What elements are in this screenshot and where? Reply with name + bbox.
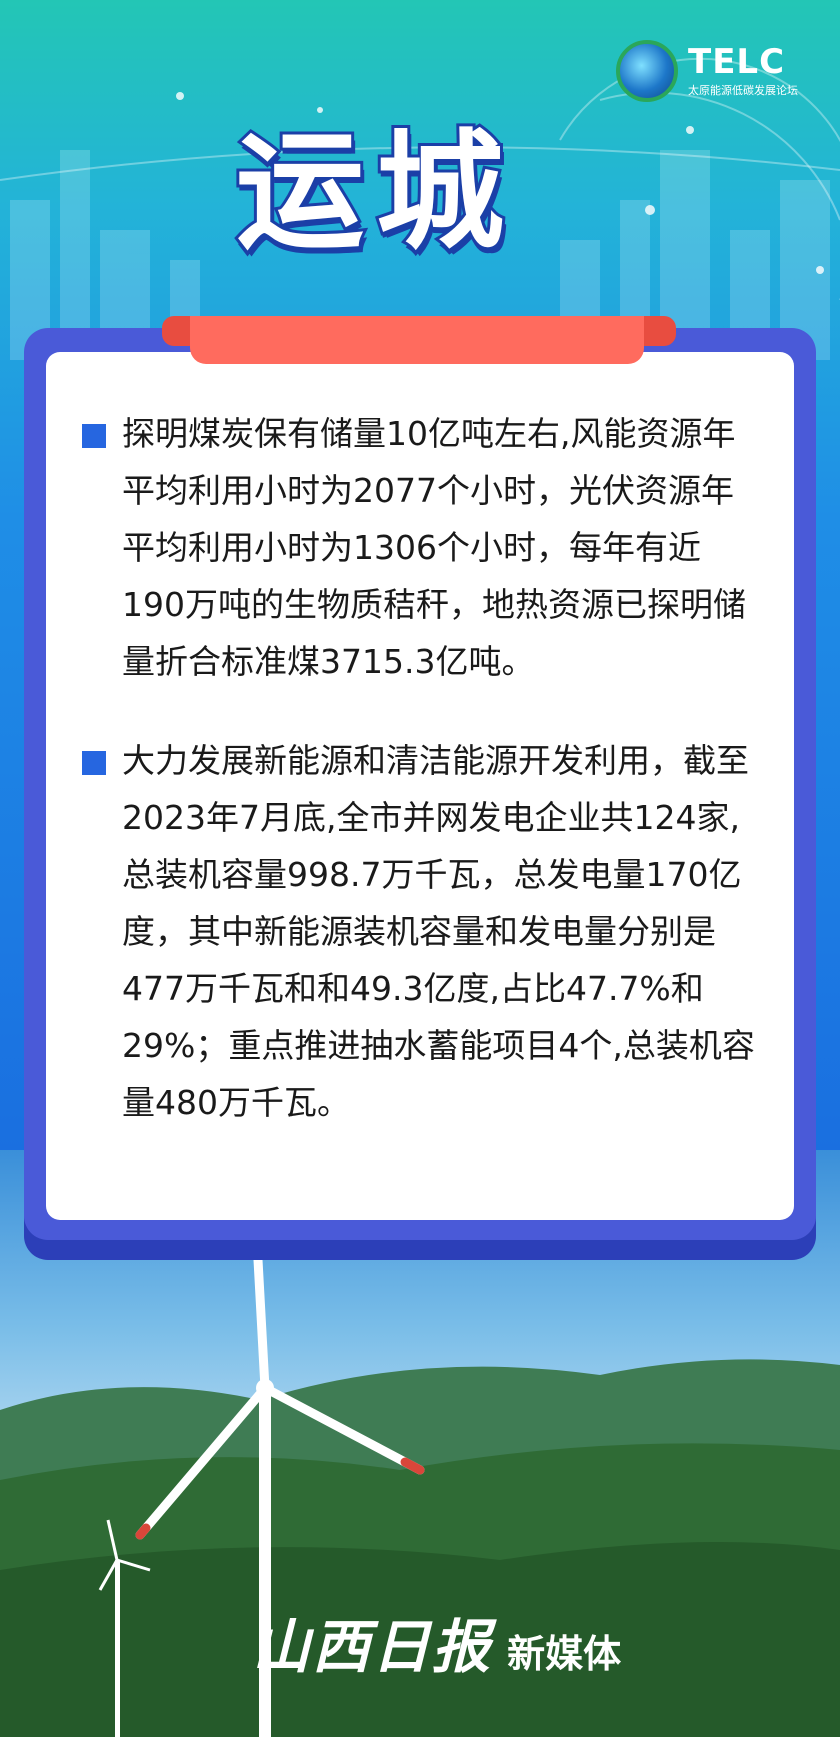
page-title: 运城 — [233, 115, 517, 270]
logo-subtitle: 太原能源低碳发展论坛 — [688, 84, 798, 97]
globe-icon — [616, 40, 678, 102]
paragraph-coal-resources: 探明煤炭保有储量10亿吨左右,风能资源年平均利用小时为2077个小时，光伏资源年… — [82, 405, 762, 690]
shanxi-daily-brand: 山西日报 新媒体 — [252, 1600, 621, 1681]
logo-name: TELC — [688, 42, 786, 82]
paragraph-new-energy: 大力发展新能源和清洁能源开发利用，截至2023年7月底,全市并网发电企业共124… — [82, 732, 762, 1131]
telc-logo: TELC 太原能源低碳发展论坛 — [616, 40, 816, 110]
brand-script: 山西日报 — [252, 1613, 493, 1681]
brand-tail: 新媒体 — [507, 1632, 622, 1676]
paragraph-text: 大力发展新能源和清洁能源开发利用，截至2023年7月底,全市并网发电企业共124… — [122, 741, 755, 1122]
paragraph-text: 探明煤炭保有储量10亿吨左右,风能资源年平均利用小时为2077个小时，光伏资源年… — [122, 414, 746, 681]
card-tab — [190, 316, 644, 364]
square-bullet-icon — [82, 424, 106, 448]
square-bullet-icon — [82, 751, 106, 775]
